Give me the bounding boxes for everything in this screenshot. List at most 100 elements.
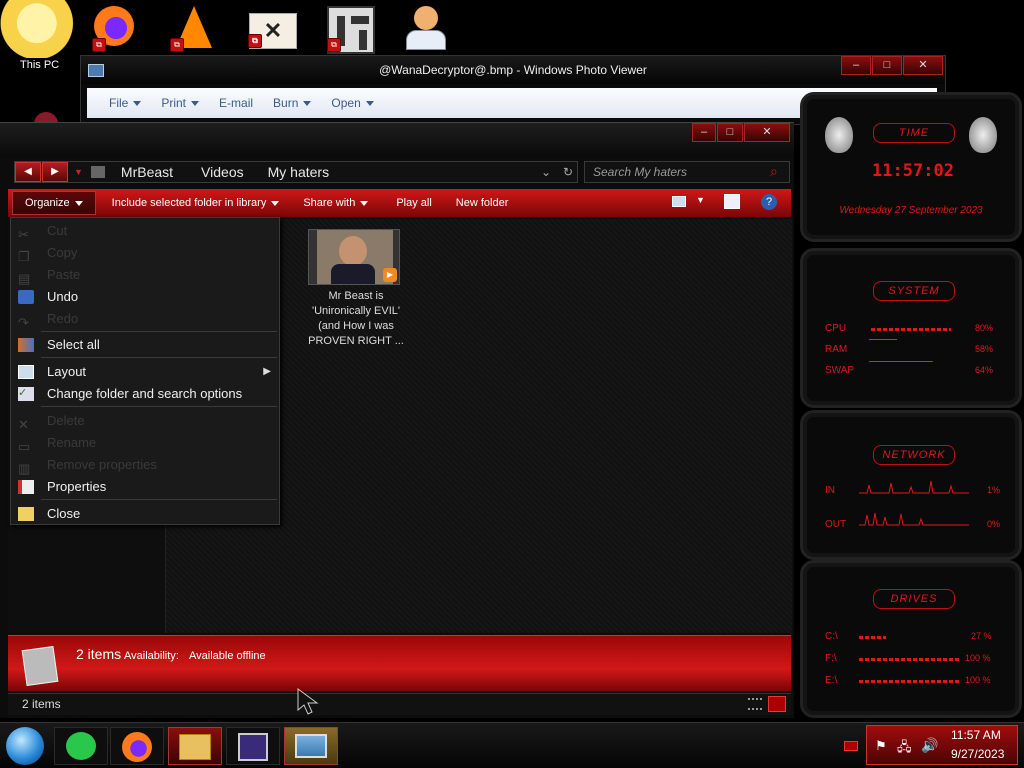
- menu-item-copy: ❐ Copy: [18, 245, 78, 264]
- ram-bar: [869, 339, 897, 340]
- status-bar: 2 items: [8, 693, 791, 715]
- refresh-icon[interactable]: ↻: [563, 165, 573, 179]
- details-availability-value: Available offline: [189, 650, 266, 662]
- delete-icon: ✕: [18, 417, 29, 432]
- breadcrumb-mrbeast[interactable]: MrBeast: [121, 164, 173, 180]
- share-with-button[interactable]: Share with: [293, 192, 378, 214]
- menu-item-paste: ▤ Paste: [18, 267, 81, 286]
- cpu-app-icon: [238, 733, 268, 761]
- maze-icon[interactable]: ⧉: [327, 6, 375, 54]
- tray-time[interactable]: 11:57 AM: [951, 728, 1001, 742]
- menu-item-rename: ▭ Rename: [18, 435, 97, 454]
- taskbar-firefox[interactable]: [110, 727, 164, 765]
- menu-print[interactable]: Print: [153, 96, 207, 110]
- start-orb-icon[interactable]: [6, 727, 44, 765]
- close-folder-icon: [18, 507, 34, 521]
- menu-item-properties[interactable]: Properties: [11, 476, 279, 498]
- remove-properties-icon: ▥: [18, 461, 31, 476]
- preview-pane-icon[interactable]: [724, 194, 740, 209]
- cpu-value: 80%: [975, 323, 994, 333]
- properties-icon: [18, 480, 34, 494]
- explorer-minimize-button[interactable]: –: [692, 123, 716, 142]
- comic-character-icon[interactable]: [0, 0, 92, 58]
- explorer-close-button[interactable]: ✕: [744, 123, 790, 142]
- address-dropdown-icon[interactable]: ⌄: [541, 165, 551, 179]
- show-hidden-icons-icon[interactable]: [844, 741, 858, 751]
- alien-head-icon: [969, 117, 997, 153]
- taskbar-file-explorer[interactable]: [168, 727, 222, 765]
- menu-item-undo[interactable]: Undo: [11, 286, 279, 308]
- menu-separator: [41, 499, 277, 500]
- menu-separator: [41, 331, 277, 332]
- play-all-button[interactable]: Play all: [386, 192, 441, 214]
- drive-f-value: 100 %: [965, 653, 991, 663]
- time-gadget[interactable]: TIME 11:57:02 Wednesday 27 September 202…: [800, 92, 1022, 242]
- menu-item-close[interactable]: Close: [11, 503, 279, 525]
- drive-c-bar: [859, 636, 886, 639]
- menu-open[interactable]: Open: [323, 96, 381, 110]
- volume-icon[interactable]: 🔊: [921, 737, 938, 754]
- include-in-library-button[interactable]: Include selected folder in library: [102, 192, 290, 214]
- recent-dropdown-icon[interactable]: ▼: [74, 167, 83, 177]
- address-bar[interactable]: ◀ ▶ ▼ MrBeast Videos My haters ⌄ ↻: [14, 161, 578, 183]
- file-name: Mr Beast is 'Unironically EVIL' (and How I…: [308, 290, 404, 347]
- search-input[interactable]: Search My haters: [584, 161, 790, 183]
- thumbnails-view-icon[interactable]: [768, 696, 786, 712]
- explorer-titlebar: [0, 123, 794, 157]
- drives-gadget[interactable]: DRIVES C:\ 27 % F:\ 100 % E:\ 100 %: [800, 560, 1022, 718]
- folder-icon: [90, 166, 105, 178]
- redo-icon: ↷: [18, 315, 29, 330]
- network-icon[interactable]: 🖧: [897, 738, 912, 760]
- system-tray: ⚑ 🖧 🔊 11:57 AM 9/27/2023: [866, 725, 1018, 765]
- system-gadget[interactable]: SYSTEM CPU 80% RAM 58% SWAP 64%: [800, 248, 1022, 408]
- details-view-icon[interactable]: [748, 698, 762, 710]
- view-dropdown-icon[interactable]: ▼: [696, 195, 705, 205]
- organize-button[interactable]: Organize: [12, 191, 96, 215]
- tray-date[interactable]: 9/27/2023: [951, 747, 1004, 761]
- net-in-graph: [859, 480, 969, 494]
- doctor-icon[interactable]: [406, 6, 452, 52]
- explorer-maximize-button[interactable]: □: [717, 123, 743, 142]
- drives-header: DRIVES: [873, 589, 955, 609]
- net-in-label: IN: [825, 485, 835, 496]
- network-gadget[interactable]: NETWORK IN 1% OUT 0%: [800, 410, 1022, 560]
- close-button[interactable]: ✕: [903, 56, 943, 75]
- menu-item-folder-options[interactable]: ✓ Change folder and search options: [11, 383, 279, 405]
- taskbar-cpu-app[interactable]: [226, 727, 280, 765]
- vlc-icon[interactable]: ⧉: [170, 6, 218, 52]
- menu-separator: [41, 406, 277, 407]
- back-button[interactable]: ◀: [15, 162, 41, 182]
- menu-burn[interactable]: Burn: [265, 96, 319, 110]
- taskbar-photo-viewer[interactable]: [284, 727, 338, 765]
- video-thumbnail: ▶: [308, 229, 400, 285]
- video-file-item[interactable]: ▶ Mr Beast is 'Unironically EVIL' (and How…: [300, 229, 412, 349]
- organize-menu: ✂ Cut ❐ Copy ▤ Paste Undo ↷ Redo Select all …: [10, 217, 280, 525]
- menu-email[interactable]: E-mail: [211, 96, 261, 110]
- search-icon[interactable]: ⌕: [770, 163, 778, 180]
- maximize-button[interactable]: □: [872, 56, 902, 75]
- taskbar-notes-app[interactable]: [54, 727, 108, 765]
- view-options-icon[interactable]: [672, 196, 686, 207]
- net-out-value: 0%: [987, 519, 1001, 529]
- minimize-button[interactable]: –: [841, 56, 871, 75]
- forward-button[interactable]: ▶: [42, 162, 68, 182]
- select-all-icon: [18, 338, 34, 352]
- new-folder-button[interactable]: New folder: [446, 192, 519, 214]
- breadcrumb-videos[interactable]: Videos: [201, 164, 244, 180]
- menu-file[interactable]: File: [101, 96, 149, 110]
- hxd-icon[interactable]: ✕ ⧉: [248, 13, 297, 49]
- help-icon[interactable]: ?: [761, 194, 777, 210]
- menu-item-select-all[interactable]: Select all: [11, 334, 279, 356]
- firefox-icon[interactable]: ⧉: [92, 6, 140, 52]
- menu-item-layout[interactable]: Layout ▶: [11, 361, 279, 383]
- file-explorer-icon: [179, 734, 211, 760]
- swap-value: 64%: [975, 365, 994, 375]
- layout-icon: [18, 365, 34, 379]
- menu-item-redo: ↷ Redo: [18, 311, 79, 330]
- menu-item-cut: ✂ Cut: [18, 223, 68, 242]
- drive-e-bar: [859, 680, 959, 683]
- action-center-flag-icon[interactable]: ⚑: [875, 738, 887, 754]
- breadcrumb-my-haters[interactable]: My haters: [268, 164, 329, 180]
- undo-icon: [18, 290, 34, 304]
- net-out-label: OUT: [825, 519, 847, 530]
